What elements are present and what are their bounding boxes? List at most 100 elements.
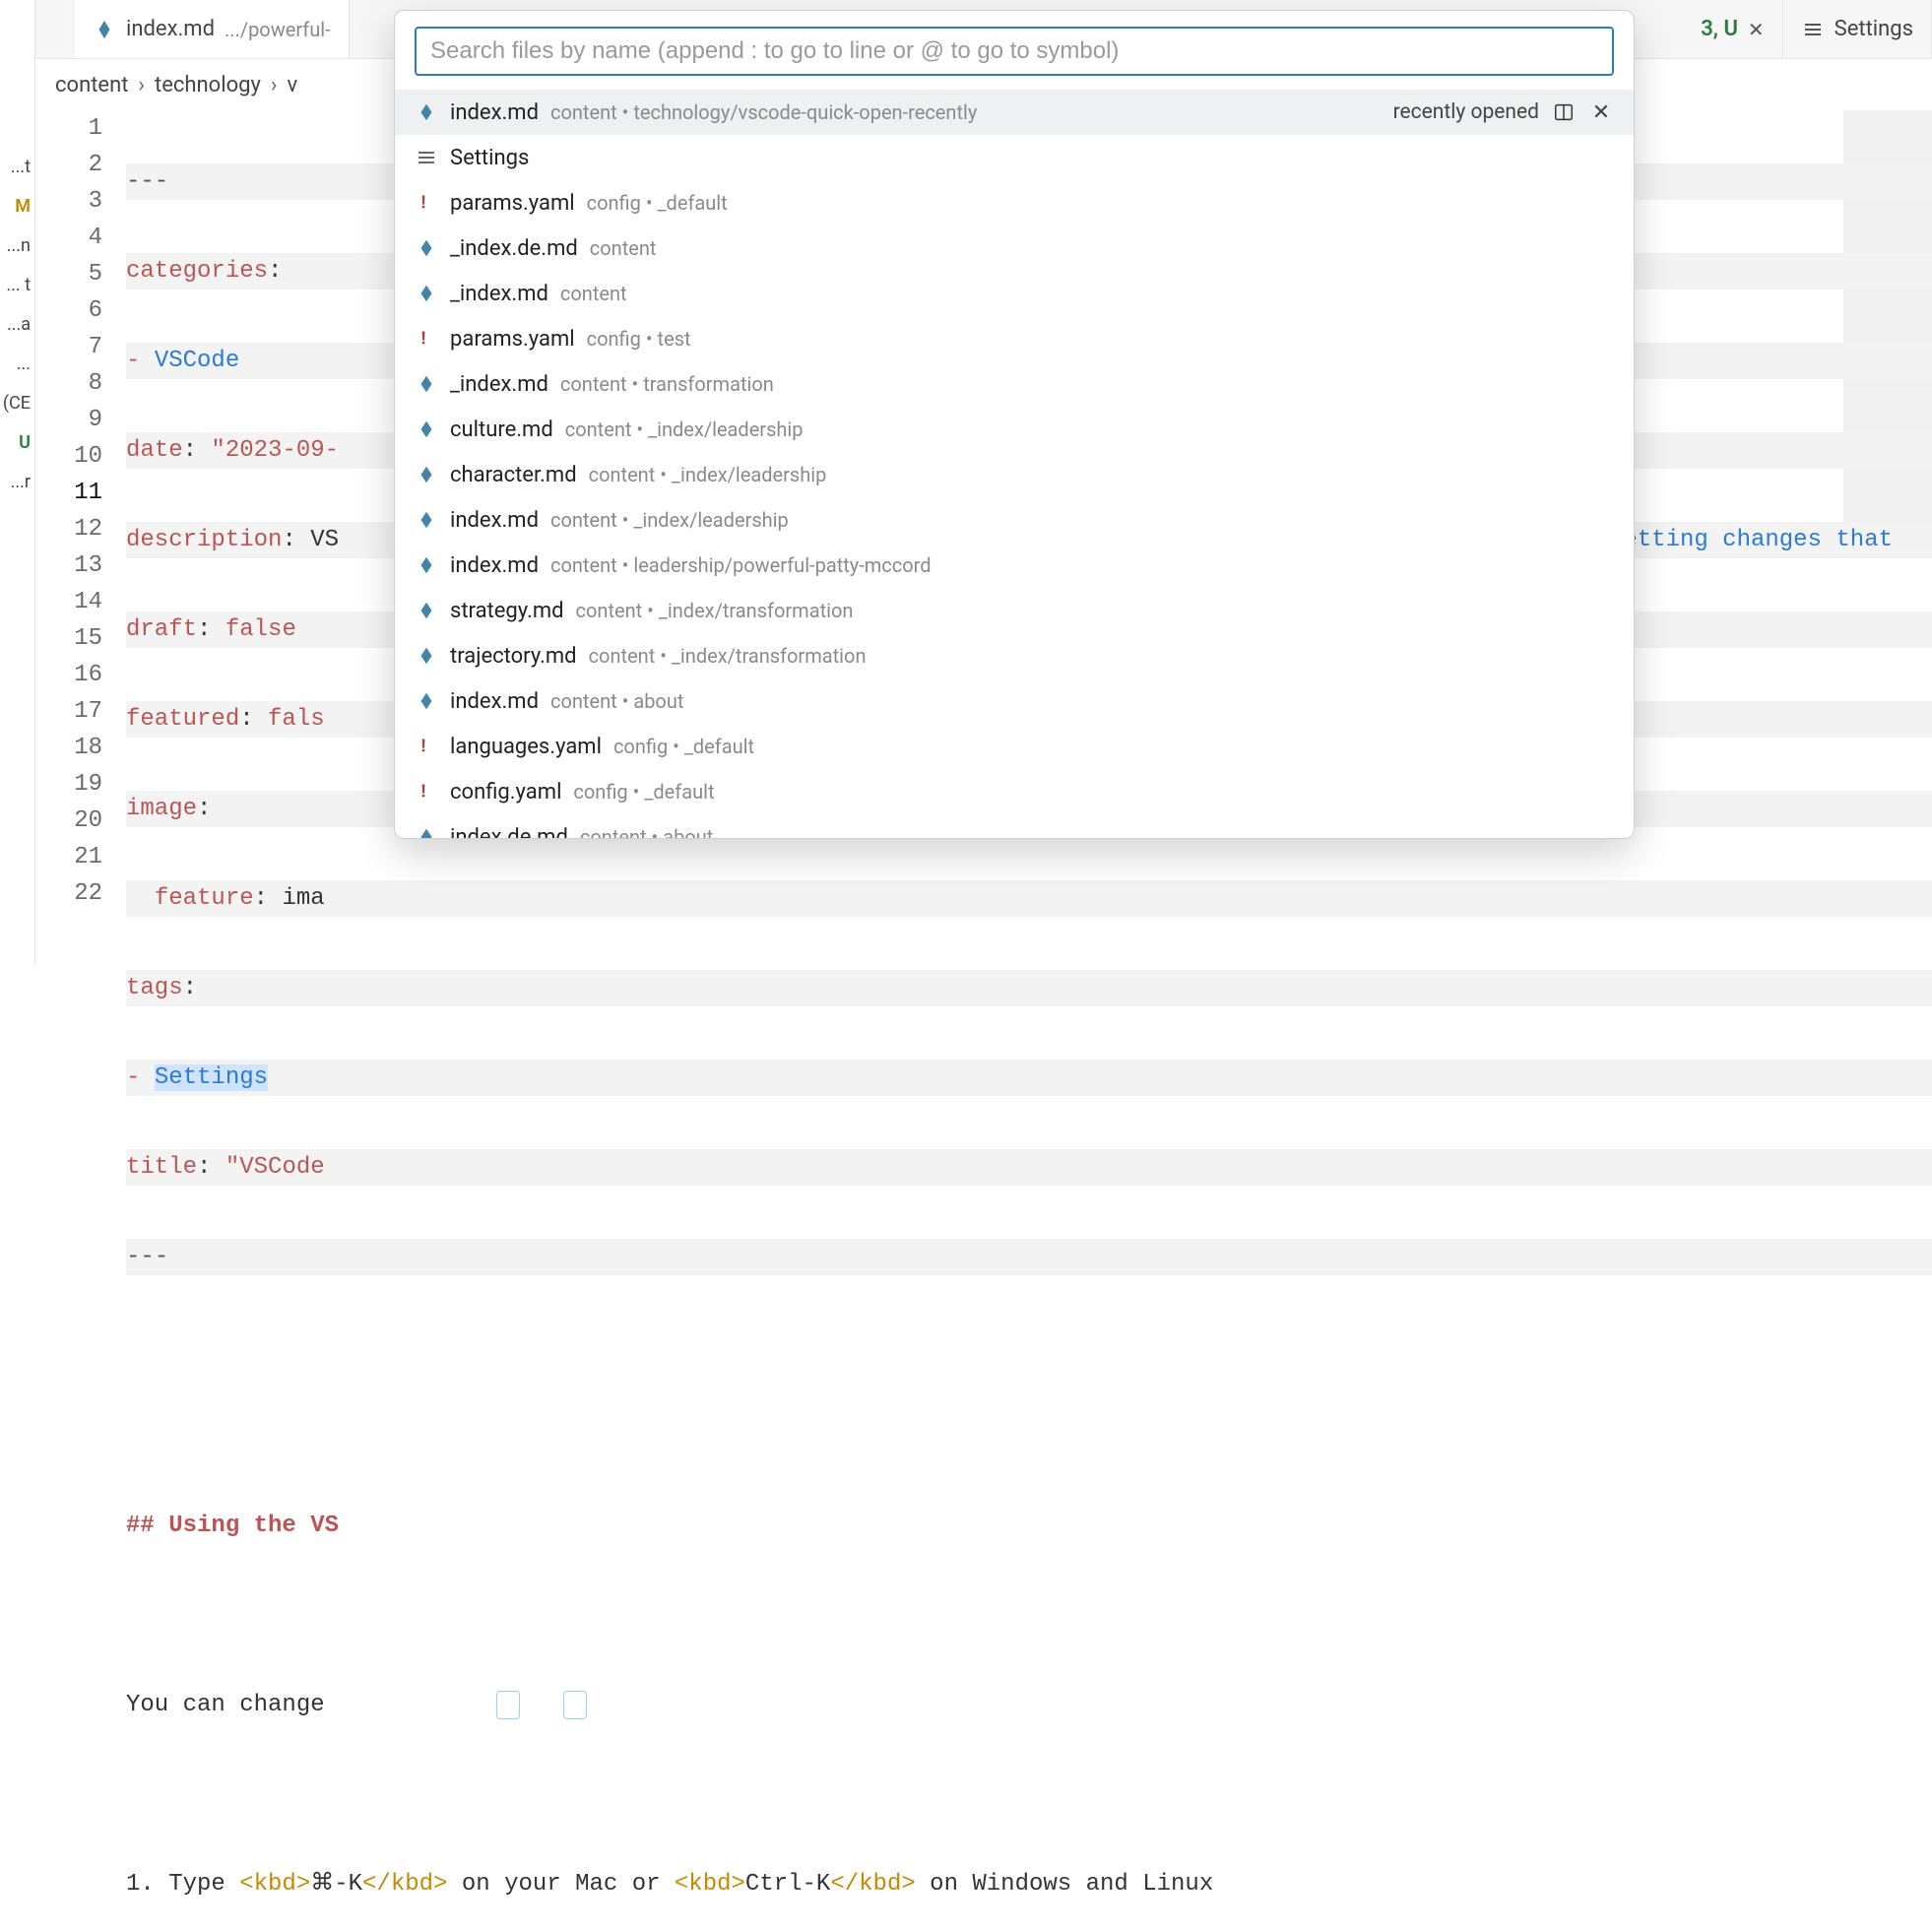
yaml-file-icon: !: [415, 191, 438, 215]
svg-text:!: !: [421, 782, 426, 803]
quick-open-item-path: content • _index/leadership: [589, 463, 827, 486]
quick-open-item[interactable]: Settings: [395, 135, 1634, 180]
gutter-entry: ...: [0, 345, 34, 384]
markdown-file-icon: [415, 689, 438, 713]
quick-open-item-path: config • _default: [587, 191, 728, 215]
quick-open-item-path: content • _index/transformation: [589, 644, 867, 668]
quick-open-item-path: config • test: [587, 327, 691, 351]
quick-open-item-path: content • leadership/powerful-patty-mcco…: [550, 553, 932, 577]
gutter-entry: t...: [0, 148, 34, 187]
quick-open-item-name: Settings: [450, 146, 529, 170]
markdown-file-icon: [415, 372, 438, 396]
quick-open-panel: index.md content • technology/vscode-quic…: [394, 10, 1635, 839]
quick-open-item[interactable]: index.md content • leadership/powerful-pa…: [395, 543, 1634, 588]
svg-text:!: !: [421, 737, 426, 757]
quick-open-item-name: config.yaml: [450, 780, 561, 805]
gutter-entry: t ...: [0, 266, 34, 305]
open-editors-gutter: t... M n... t ... a... ... CE) U r...: [0, 0, 35, 966]
quick-open-item-path: content: [560, 282, 627, 305]
tab-filepath: .../powerful-: [225, 18, 331, 41]
breadcrumb-seg[interactable]: content: [55, 73, 128, 97]
quick-open-item[interactable]: _index.md content • transformation: [395, 361, 1634, 407]
quick-open-item[interactable]: culture.md content • _index/leadership: [395, 407, 1634, 452]
quick-open-item-name: character.md: [450, 463, 577, 487]
quick-open-item[interactable]: !languages.yamlconfig • _default: [395, 724, 1634, 769]
svg-text:!: !: [421, 193, 426, 214]
quick-open-item-meta: recently opened: [1393, 100, 1539, 124]
quick-open-item-path: content • about: [580, 825, 713, 838]
svg-text:!: !: [421, 329, 426, 350]
quick-open-item[interactable]: _index.md content: [395, 271, 1634, 316]
quick-open-item-name: index.md: [450, 100, 539, 125]
gutter-entry: r...: [0, 463, 34, 502]
gutter-entry: U: [0, 423, 34, 463]
quick-open-item-path: content • _index/transformation: [576, 599, 854, 622]
quick-open-item[interactable]: character.md content • _index/leadership: [395, 452, 1634, 497]
quick-open-search[interactable]: [415, 27, 1614, 76]
quick-open-item-path: content: [590, 236, 657, 260]
quick-open-item-name: params.yaml: [450, 327, 575, 352]
breadcrumb-seg[interactable]: v: [288, 73, 298, 97]
gutter-entry: CE): [0, 384, 34, 423]
quick-open-item[interactable]: index.md content • _index/leadership: [395, 497, 1634, 543]
quick-open-item[interactable]: trajectory.mdcontent • _index/transforma…: [395, 633, 1634, 678]
line-number-gutter: 12345678910111213141516171819202122: [35, 110, 126, 966]
quick-open-item-name: index.md: [450, 689, 539, 714]
quick-open-item-path: config • _default: [613, 735, 754, 758]
quick-open-item-path: content • technology/vscode-quick-open-r…: [550, 100, 977, 124]
close-icon[interactable]: ✕: [1588, 99, 1614, 125]
tab-settings[interactable]: Settings: [1783, 0, 1932, 58]
yaml-file-icon: !: [415, 735, 438, 758]
markdown-file-icon: [415, 644, 438, 668]
quick-open-item-path: content • about: [550, 689, 683, 713]
markdown-file-icon: [415, 463, 438, 486]
quick-open-item[interactable]: _index.de.md content: [395, 225, 1634, 271]
quick-open-item-name: params.yaml: [450, 191, 575, 216]
quick-open-item-name: strategy.md: [450, 599, 564, 623]
breadcrumb[interactable]: content › technology › v: [55, 59, 297, 110]
overflow-text: setting changes that: [1609, 522, 1893, 558]
settings-lines-icon: [1801, 18, 1825, 41]
quick-open-input[interactable]: [430, 37, 1598, 65]
chevron-right-icon: ›: [271, 73, 278, 97]
quick-open-item[interactable]: index.md content • technology/vscode-quic…: [395, 90, 1634, 135]
chevron-right-icon: ›: [138, 73, 145, 97]
close-icon[interactable]: ✕: [1748, 18, 1765, 41]
markdown-file-icon: [415, 236, 438, 260]
markdown-file-icon: [415, 508, 438, 532]
quick-open-item[interactable]: !config.yamlconfig • _default: [395, 769, 1634, 814]
markdown-file-icon: [415, 282, 438, 305]
quick-open-item-name: index.de.md: [450, 825, 568, 839]
markdown-file-icon: [415, 418, 438, 441]
quick-open-item[interactable]: ! params.yaml config • test: [395, 316, 1634, 361]
markdown-file-icon: [415, 553, 438, 577]
yaml-file-icon: !: [415, 780, 438, 804]
markdown-file-icon: [415, 825, 438, 838]
gutter-entry: M: [0, 187, 34, 226]
markdown-file-icon: [93, 18, 116, 41]
quick-open-item-name: index.md: [450, 553, 539, 578]
quick-open-item[interactable]: index.de.md content • about: [395, 814, 1634, 838]
tab-index-md[interactable]: index.md .../powerful-: [75, 0, 350, 58]
quick-open-item[interactable]: index.md content • about: [395, 678, 1634, 724]
quick-open-item-name: _index.md: [450, 372, 548, 397]
gutter-entry: a...: [0, 305, 34, 345]
breadcrumb-seg[interactable]: technology: [155, 73, 261, 97]
markdown-file-icon: [415, 599, 438, 622]
quick-open-results: index.md content • technology/vscode-quic…: [395, 90, 1634, 838]
quick-open-item-name: _index.md: [450, 282, 548, 306]
quick-open-item-path: content • _index/leadership: [565, 418, 804, 441]
gutter-entry: n...: [0, 226, 34, 266]
tab-label: Settings: [1835, 17, 1913, 41]
markdown-file-icon: [415, 100, 438, 124]
tab-git-status: 3, U: [1701, 17, 1738, 41]
quick-open-item-name: index.md: [450, 508, 539, 533]
open-to-side-icon[interactable]: [1551, 99, 1577, 125]
quick-open-item-path: content • transformation: [560, 372, 774, 396]
quick-open-item-path: content • _index/leadership: [550, 508, 789, 532]
quick-open-item[interactable]: strategy.md content • _index/transformati…: [395, 588, 1634, 633]
tab-status-right[interactable]: 3, U ✕: [1683, 0, 1782, 58]
quick-open-item[interactable]: ! params.yaml config • _default: [395, 180, 1634, 225]
quick-open-item-name: culture.md: [450, 418, 553, 442]
quick-open-item-name: _index.de.md: [450, 236, 578, 261]
